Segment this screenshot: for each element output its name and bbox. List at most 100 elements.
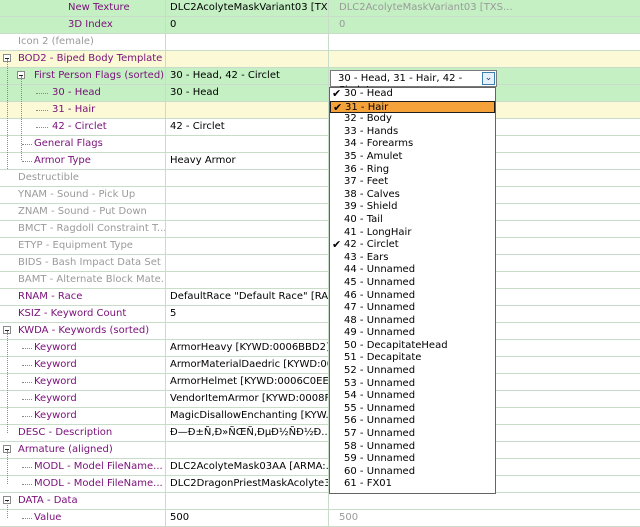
grid-row-ynam[interactable]: YNAM - Sound - Pick Up (0, 187, 640, 204)
row-label: Keyword (34, 342, 77, 353)
grid-row-3d-index[interactable]: 3D Index 0 0 (0, 17, 640, 34)
grid-row-keyword[interactable]: Keyword ArmorHelmet [KYWD:0006C0EE] (0, 374, 640, 391)
row-value[interactable]: 5 (170, 308, 176, 320)
grid-row-bamt[interactable]: BAMT - Alternate Block Mate... (0, 272, 640, 289)
flag-option[interactable]: 61 - FX01 (330, 478, 495, 491)
grid-row-icon2-female[interactable]: Icon 2 (female) (0, 34, 640, 51)
grid-row-general-flags[interactable]: General Flags (0, 136, 640, 153)
row-value[interactable]: ArmorMaterialDaedric [KYWD:00... (170, 359, 328, 371)
row-value[interactable]: ArmorHeavy [KYWD:0006BBD2] (170, 342, 328, 354)
flag-option[interactable]: 54 - Unnamed (330, 390, 495, 403)
grid-row-30-head[interactable]: 30 - Head 30 - Head (0, 85, 640, 102)
grid-row-first-person-flags[interactable]: First Person Flags (sorted) 30 - Head, 4… (0, 68, 640, 85)
row-value[interactable]: 30 - Head, 42 - Circlet (170, 70, 280, 82)
flag-option[interactable]: 34 - Forearms (330, 138, 495, 151)
flag-option[interactable]: ✔ 42 - Circlet (330, 239, 495, 252)
grid-row-modl[interactable]: MODL - Model FileName... DLC2DragonPries… (0, 476, 640, 493)
row-value[interactable]: 0 (170, 19, 176, 31)
row-value[interactable]: Heavy Armor (170, 155, 236, 167)
row-label: RNAM - Race (18, 291, 83, 302)
flag-option[interactable]: 47 - Unnamed (330, 302, 495, 315)
flag-option[interactable]: 60 - Unnamed (330, 466, 495, 479)
flag-option[interactable]: 53 - Unnamed (330, 378, 495, 391)
flag-option[interactable]: 57 - Unnamed (330, 428, 495, 441)
grid-row-znam[interactable]: ZNAM - Sound - Put Down (0, 204, 640, 221)
flag-option[interactable]: 32 - Body (330, 113, 495, 126)
grid-row-modl[interactable]: MODL - Model FileName... DLC2AcolyteMask… (0, 459, 640, 476)
flag-option[interactable]: 49 - Unnamed (330, 327, 495, 340)
grid-row-keyword[interactable]: Keyword ArmorHeavy [KYWD:0006BBD2] (0, 340, 640, 357)
grid-row-ksiz[interactable]: KSIZ - Keyword Count 5 (0, 306, 640, 323)
grid-row-desc[interactable]: DESC - Description Ð—Ð±Ñ‚Ð»ÑŒÑ‚ÐµÐ½ÑÐ½Ð.… (0, 425, 640, 442)
flag-option[interactable]: 58 - Unnamed (330, 441, 495, 454)
flag-option-label: 61 - FX01 (344, 478, 393, 490)
flag-option[interactable]: 33 - Hands (330, 126, 495, 139)
row-label: YNAM - Sound - Pick Up (18, 189, 136, 200)
flag-option-label: 36 - Ring (344, 163, 390, 175)
flag-option[interactable]: 59 - Unnamed (330, 453, 495, 466)
flag-option[interactable]: 44 - Unnamed (330, 264, 495, 277)
row-label: 3D Index (68, 19, 113, 30)
tree-guide (7, 501, 8, 518)
flag-option[interactable]: 45 - Unnamed (330, 277, 495, 290)
first-person-flags-combo[interactable]: 30 - Head, 31 - Hair, 42 - Circlet ⌄ (330, 70, 497, 96)
grid-row-armor-type[interactable]: Armor Type Heavy Armor (0, 153, 640, 170)
grid-row-armature[interactable]: Armature (aligned) (0, 442, 640, 459)
row-value[interactable]: DLC2AcolyteMask03AA [ARMA:... (170, 461, 328, 473)
flag-option[interactable]: 41 - LongHair (330, 227, 495, 240)
grid-row-rnam[interactable]: RNAM - Race DefaultRace "Default Race" [… (0, 289, 640, 306)
flag-option-label: 51 - Decapitate (344, 352, 422, 364)
flag-option[interactable]: 38 - Calves (330, 189, 495, 202)
grid-row-data[interactable]: DATA - Data (0, 493, 640, 510)
row-value[interactable]: Ð—Ð±Ñ‚Ð»ÑŒÑ‚ÐµÐ½ÑÐ½Ð... (170, 427, 328, 439)
grid-row-value[interactable]: Value 500 500 (0, 510, 640, 527)
grid-row-bmct[interactable]: BMCT - Ragdoll Constraint T... (0, 221, 640, 238)
flag-option[interactable]: ✔ 31 - Hair (330, 100, 495, 114)
flag-option[interactable]: 46 - Unnamed (330, 290, 495, 303)
flag-option[interactable]: 40 - Tail (330, 214, 495, 227)
grid-row-new-texture[interactable]: New Texture DLC2AcolyteMaskVariant03 [TX… (0, 0, 640, 17)
row-value[interactable]: 30 - Head (170, 87, 219, 99)
chevron-down-icon[interactable]: ⌄ (482, 72, 495, 85)
row-value[interactable]: VendorItemArmor [KYWD:0008F... (170, 393, 328, 405)
grid-row-bod2[interactable]: BOD2 - Biped Body Template (0, 51, 640, 68)
tree-guide (7, 331, 8, 433)
flag-option[interactable]: 39 - Shield (330, 201, 495, 214)
row-value[interactable]: ArmorHelmet [KYWD:0006C0EE] (170, 376, 328, 388)
flag-option[interactable]: 43 - Ears (330, 252, 495, 265)
grid-row-keyword[interactable]: Keyword ArmorMaterialDaedric [KYWD:00... (0, 357, 640, 374)
flag-option[interactable]: 50 - DecapitateHead (330, 340, 495, 353)
row-value[interactable]: DLC2AcolyteMaskVariant03 [TXS... (170, 2, 328, 14)
flag-option-label: 41 - LongHair (344, 226, 412, 238)
row-value[interactable]: 500 (170, 512, 189, 524)
flag-option-label: 31 - Hair (345, 101, 389, 113)
row-value[interactable]: DLC2DragonPriestMaskAcolyte3... (170, 478, 328, 490)
flags-dropdown-list[interactable]: ✔ 30 - Head ✔ 31 - Hair 32 - Body 33 - Hands 3… (329, 87, 496, 494)
flag-option[interactable]: 37 - Feet (330, 176, 495, 189)
grid-row-42-circlet[interactable]: 42 - Circlet 42 - Circlet (0, 119, 640, 136)
grid-row-bids[interactable]: BIDS - Bash Impact Data Set (0, 255, 640, 272)
grid-row-destructible[interactable]: Destructible (0, 170, 640, 187)
row-label: KWDA - Keywords (sorted) (18, 325, 150, 336)
flag-option-label: 32 - Body (344, 113, 392, 125)
flag-option[interactable]: 55 - Unnamed (330, 403, 495, 416)
flag-option[interactable]: 35 - Amulet (330, 151, 495, 164)
tree-guide (7, 450, 8, 484)
flag-option[interactable]: 36 - Ring (330, 164, 495, 177)
row-value[interactable]: MagicDisallowEnchanting [KYW... (170, 410, 328, 422)
flag-option[interactable]: 48 - Unnamed (330, 315, 495, 328)
row-label: Value (34, 512, 62, 523)
flag-option[interactable]: 51 - Decapitate (330, 352, 495, 365)
flag-option[interactable]: ✔ 30 - Head (330, 88, 495, 101)
grid-row-keyword[interactable]: Keyword MagicDisallowEnchanting [KYW... (0, 408, 640, 425)
grid-row-31-hair[interactable]: 31 - Hair (0, 102, 640, 119)
grid-row-etyp[interactable]: ETYP - Equipment Type (0, 238, 640, 255)
grid-row-keyword[interactable]: Keyword VendorItemArmor [KYWD:0008F... (0, 391, 640, 408)
flag-option-label: 46 - Unnamed (344, 289, 416, 301)
flag-option[interactable]: 52 - Unnamed (330, 365, 495, 378)
grid-row-kwda[interactable]: KWDA - Keywords (sorted) (0, 323, 640, 340)
flag-option[interactable]: 56 - Unnamed (330, 415, 495, 428)
row-value[interactable]: DefaultRace "Default Race" [RAC... (170, 291, 328, 303)
flag-option-label: 40 - Tail (344, 213, 383, 225)
row-value[interactable]: 42 - Circlet (170, 121, 225, 133)
